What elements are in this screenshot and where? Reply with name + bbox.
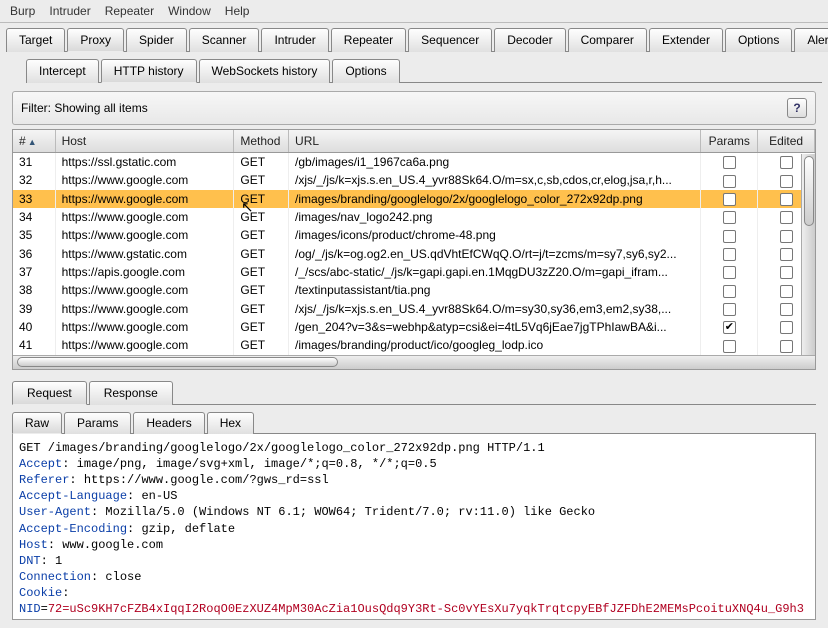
horizontal-scrollbar[interactable] — [13, 355, 815, 369]
menubar[interactable]: Burp Intruder Repeater Window Help — [0, 0, 828, 23]
menu-burp[interactable]: Burp — [10, 4, 35, 18]
viewtab-raw[interactable]: Raw — [12, 412, 62, 434]
table-row[interactable]: 36https://www.gstatic.comGET/og/_/js/k=o… — [13, 245, 815, 263]
table-row[interactable]: 32https://www.google.comGET/xjs/_/js/k=x… — [13, 171, 815, 189]
sub-tabs: InterceptHTTP historyWebSockets historyO… — [26, 58, 822, 83]
viewtab-params[interactable]: Params — [64, 412, 131, 434]
table-row[interactable]: 39https://www.google.comGET/xjs/_/js/k=x… — [13, 300, 815, 318]
edited-checkbox — [780, 285, 793, 298]
filter-text: Filter: Showing all items — [21, 101, 148, 115]
menu-window[interactable]: Window — [168, 4, 211, 18]
table-row[interactable]: 35https://www.google.comGET/images/icons… — [13, 226, 815, 244]
edited-checkbox — [780, 248, 793, 261]
tab-extender[interactable]: Extender — [649, 28, 723, 52]
edited-checkbox — [780, 321, 793, 334]
table-row[interactable]: 34https://www.google.comGET/images/nav_l… — [13, 208, 815, 226]
raw-request-pane[interactable]: GET /images/branding/googlelogo/2x/googl… — [12, 434, 816, 620]
params-checkbox — [723, 211, 736, 224]
tab-intruder[interactable]: Intruder — [261, 28, 328, 52]
subtab-intercept[interactable]: Intercept — [26, 59, 99, 83]
col-header-host[interactable]: Host — [55, 130, 234, 153]
params-checkbox — [723, 340, 736, 353]
table-row[interactable]: 31https://ssl.gstatic.comGET/gb/images/i… — [13, 153, 815, 172]
viewtab-headers[interactable]: Headers — [133, 412, 204, 434]
tab-spider[interactable]: Spider — [126, 28, 187, 52]
col-header-url[interactable]: URL — [289, 130, 701, 153]
tab-target[interactable]: Target — [6, 28, 65, 52]
params-checkbox — [723, 266, 736, 279]
params-checkbox — [723, 285, 736, 298]
params-checkbox — [723, 193, 736, 206]
menu-intruder[interactable]: Intruder — [49, 4, 90, 18]
viewtab-hex[interactable]: Hex — [207, 412, 254, 434]
menu-repeater[interactable]: Repeater — [105, 4, 154, 18]
params-checkbox — [723, 248, 736, 261]
menu-help[interactable]: Help — [225, 4, 250, 18]
main-tabs: TargetProxySpiderScannerIntruderRepeater… — [6, 27, 822, 52]
reqtab-response[interactable]: Response — [89, 381, 173, 405]
filter-bar[interactable]: Filter: Showing all items ? — [12, 91, 816, 125]
table-row[interactable]: 33https://www.google.comGET/images/brand… — [13, 190, 815, 208]
col-header-params[interactable]: Params — [701, 130, 758, 153]
tab-scanner[interactable]: Scanner — [189, 28, 260, 52]
subtab-http-history[interactable]: HTTP history — [101, 59, 197, 83]
vertical-scrollbar[interactable] — [801, 154, 815, 355]
tab-options[interactable]: Options — [725, 28, 792, 52]
table-row[interactable]: 40https://www.google.comGET/gen_204?v=3&… — [13, 318, 815, 336]
edited-checkbox — [780, 156, 793, 169]
edited-checkbox — [780, 303, 793, 316]
request-response-tabs: RequestResponse — [12, 380, 816, 405]
reqtab-request[interactable]: Request — [12, 381, 87, 405]
table-row[interactable]: 41https://www.google.comGET/images/brand… — [13, 336, 815, 354]
subtab-options[interactable]: Options — [332, 59, 399, 83]
edited-checkbox — [780, 340, 793, 353]
col-header-method[interactable]: Method — [234, 130, 289, 153]
history-table: #▲ Host Method URL Params Edited 31https… — [12, 129, 816, 370]
help-icon[interactable]: ? — [787, 98, 807, 118]
params-checkbox — [723, 175, 736, 188]
edited-checkbox — [780, 266, 793, 279]
edited-checkbox — [780, 175, 793, 188]
tab-alerts[interactable]: Alerts — [794, 28, 828, 52]
params-checkbox — [723, 156, 736, 169]
view-tabs: RawParamsHeadersHex — [12, 411, 816, 434]
col-header-edited[interactable]: Edited — [758, 130, 815, 153]
col-header-number[interactable]: #▲ — [13, 130, 55, 153]
table-row[interactable]: 38https://www.google.comGET/textinputass… — [13, 281, 815, 299]
tab-repeater[interactable]: Repeater — [331, 28, 406, 52]
subtab-websockets-history[interactable]: WebSockets history — [199, 59, 331, 83]
params-checkbox — [723, 321, 736, 334]
params-checkbox — [723, 303, 736, 316]
edited-checkbox — [780, 230, 793, 243]
params-checkbox — [723, 230, 736, 243]
edited-checkbox — [780, 211, 793, 224]
edited-checkbox — [780, 193, 793, 206]
tab-sequencer[interactable]: Sequencer — [408, 28, 492, 52]
tab-comparer[interactable]: Comparer — [568, 28, 647, 52]
tab-proxy[interactable]: Proxy — [67, 28, 124, 52]
tab-decoder[interactable]: Decoder — [494, 28, 565, 52]
table-row[interactable]: 37https://apis.google.comGET/_/scs/abc-s… — [13, 263, 815, 281]
